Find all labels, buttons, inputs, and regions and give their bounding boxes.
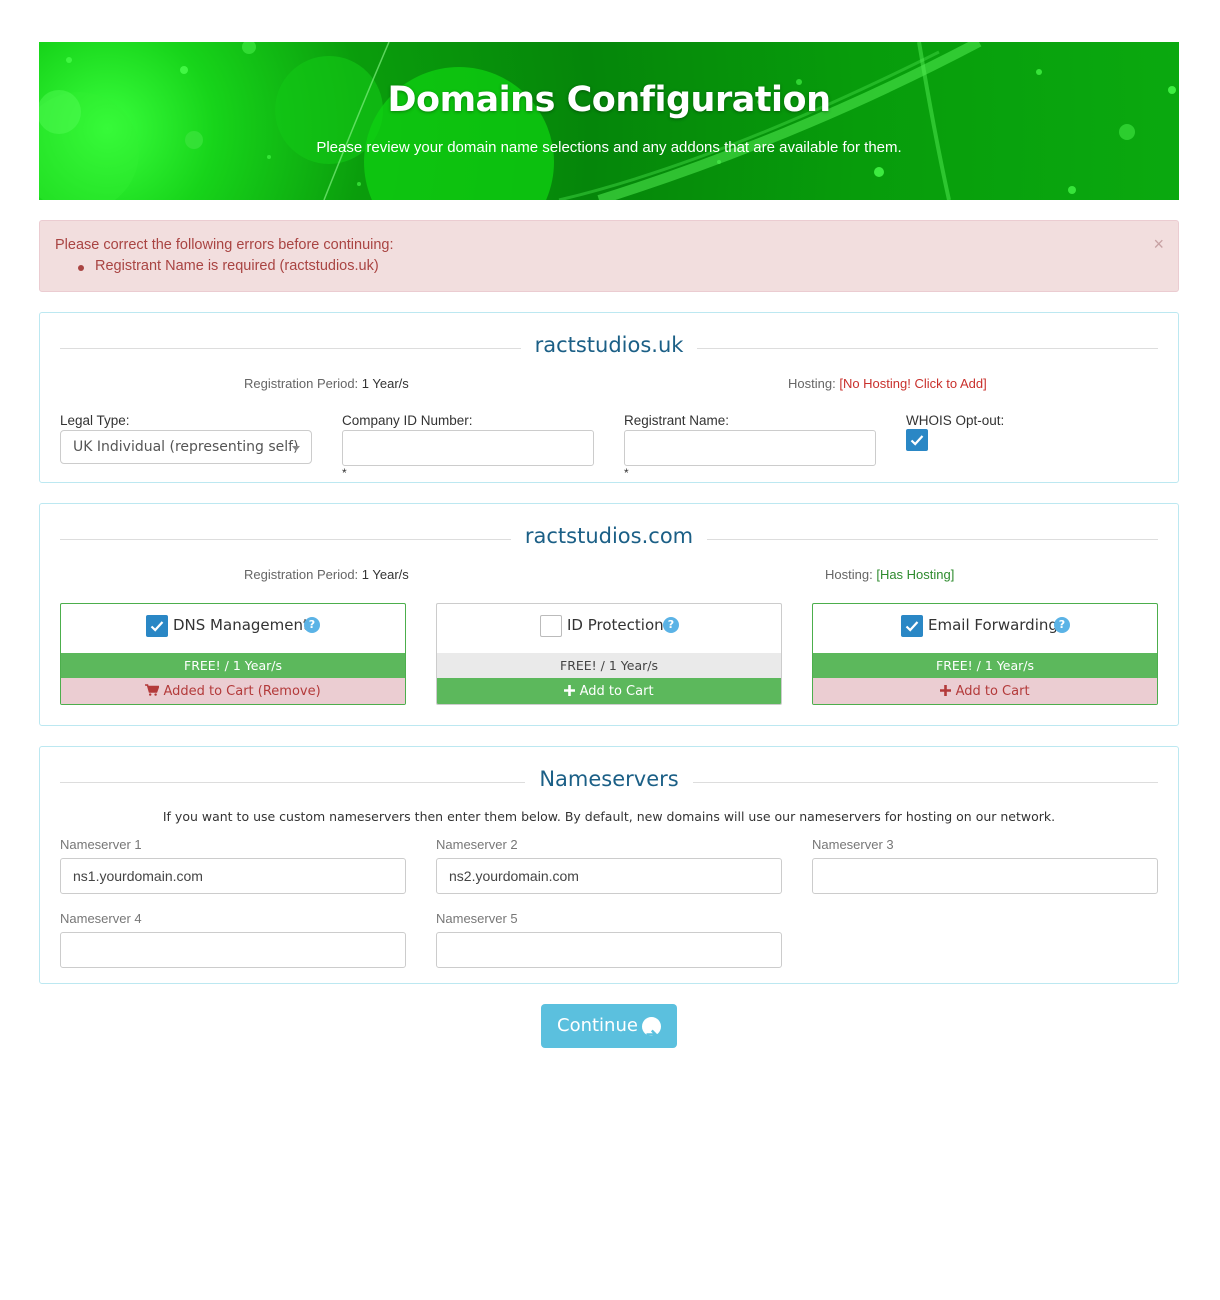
error-alert: Please correct the following errors befo… [39,220,1179,292]
checkmark-icon [910,435,924,446]
page-banner: Domains Configuration Please review your… [39,42,1179,200]
hosting-label: Hosting: [825,567,873,582]
registration-period-value: 1 Year/s [361,567,409,582]
addon-price: FREE! / 1 Year/s [61,653,405,678]
domain-title: ractstudios.com [60,524,1158,548]
addon-checkbox[interactable] [146,615,168,637]
help-icon[interactable]: ? [663,617,679,633]
addon-header: ID Protection ? [437,604,781,653]
arrow-right-circle-icon [642,1017,661,1040]
hosting-label: Hosting: [788,376,836,391]
hosting-status: Hosting: [Has Hosting] [825,567,954,582]
registration-period: Registration Period: 1 Year/s [244,567,409,582]
bullet-icon [78,265,84,271]
legal-type-value: UK Individual (representing self) [73,439,299,455]
page-subtitle: Please review your domain name selection… [316,139,902,156]
nameserver-2-input[interactable]: ns2.yourdomain.com [436,858,782,894]
registration-period-label: Registration Period: [244,567,359,582]
plus-icon [564,685,576,696]
registrant-name-input[interactable] [624,430,876,466]
addon-checkbox[interactable] [901,615,923,637]
cart-icon [145,684,160,696]
addon-action-label: Added to Cart (Remove) [163,684,321,699]
addon-action-label: Add to Cart [955,684,1030,699]
add-to-cart-button[interactable]: Add to Cart [437,678,781,704]
close-icon[interactable]: × [1153,235,1164,253]
addon-checkbox[interactable] [540,615,562,637]
company-id-input[interactable] [342,430,594,466]
domain-panel-uk: ractstudios.uk Registration Period: 1 Ye… [39,312,1179,483]
nameserver-5-input[interactable] [436,932,782,968]
nameserver-4-label: Nameserver 4 [60,911,142,926]
add-hosting-link[interactable]: [No Hosting! Click to Add] [839,376,986,391]
checkmark-icon [905,621,919,632]
nameserver-2-label: Nameserver 2 [436,837,518,852]
addon-name: DNS Management [173,616,309,634]
remove-from-cart-button[interactable]: Added to Cart (Remove) [61,678,405,704]
nameserver-4-input[interactable] [60,932,406,968]
page-title: Domains Configuration [387,80,831,120]
continue-label: Continue [557,1015,638,1036]
hosting-value: [Has Hosting] [876,567,955,582]
plus-icon [940,685,952,696]
nameservers-panel: Nameservers If you want to use custom na… [39,746,1179,984]
addon-price: FREE! / 1 Year/s [813,653,1157,678]
addon-action-label: Add to Cart [579,684,654,699]
panel-header: ractstudios.uk [60,333,1158,363]
addon-name: Email Forwarding [928,616,1058,634]
nameserver-1-input[interactable]: ns1.yourdomain.com [60,858,406,894]
addon-header: DNS Management ? [61,604,405,653]
panel-header: Nameservers [60,767,1158,797]
addon-price: FREE! / 1 Year/s [437,653,781,678]
checkmark-icon [150,621,164,632]
legal-type-select[interactable]: UK Individual (representing self) [60,430,312,464]
panel-header: ractstudios.com [60,524,1158,554]
nameserver-1-label: Nameserver 1 [60,837,142,852]
nameserver-3-label: Nameserver 3 [812,837,894,852]
addon-header: Email Forwarding ? [813,604,1157,653]
nameservers-title: Nameservers [60,767,1158,791]
addon-dns-management[interactable]: DNS Management ? FREE! / 1 Year/s Added … [60,603,406,705]
domain-title: ractstudios.uk [60,333,1158,357]
registration-period-label: Registration Period: [244,376,359,391]
alert-heading: Please correct the following errors befo… [55,237,394,253]
addon-name: ID Protection [567,616,664,634]
whois-optout-checkbox[interactable] [906,429,928,451]
alert-error-item: Registrant Name is required (ractstudios… [95,258,379,274]
required-mark: * [624,466,629,480]
addon-id-protection[interactable]: ID Protection ? FREE! / 1 Year/s Add to … [436,603,782,705]
registrant-name-label: Registrant Name: [624,413,730,428]
help-icon[interactable]: ? [304,617,320,633]
help-icon[interactable]: ? [1054,617,1070,633]
continue-button[interactable]: Continue [541,1004,677,1048]
domain-panel-com: ractstudios.com Registration Period: 1 Y… [39,503,1179,726]
company-id-label: Company ID Number: [342,413,473,428]
legal-type-label: Legal Type: [60,413,130,428]
banner-decoration [39,42,1176,200]
nameserver-3-input[interactable] [812,858,1158,894]
nameservers-description: If you want to use custom nameservers th… [162,809,1056,824]
hosting-status: Hosting: [No Hosting! Click to Add] [788,376,987,391]
addon-email-forwarding[interactable]: Email Forwarding ? FREE! / 1 Year/s Add … [812,603,1158,705]
chevron-down-icon [292,446,300,451]
registration-period-value: 1 Year/s [361,376,409,391]
nameserver-5-label: Nameserver 5 [436,911,518,926]
add-to-cart-button[interactable]: Add to Cart [813,678,1157,704]
whois-optout-label: WHOIS Opt-out: [906,413,1005,428]
required-mark: * [342,466,347,480]
registration-period: Registration Period: 1 Year/s [244,376,409,391]
